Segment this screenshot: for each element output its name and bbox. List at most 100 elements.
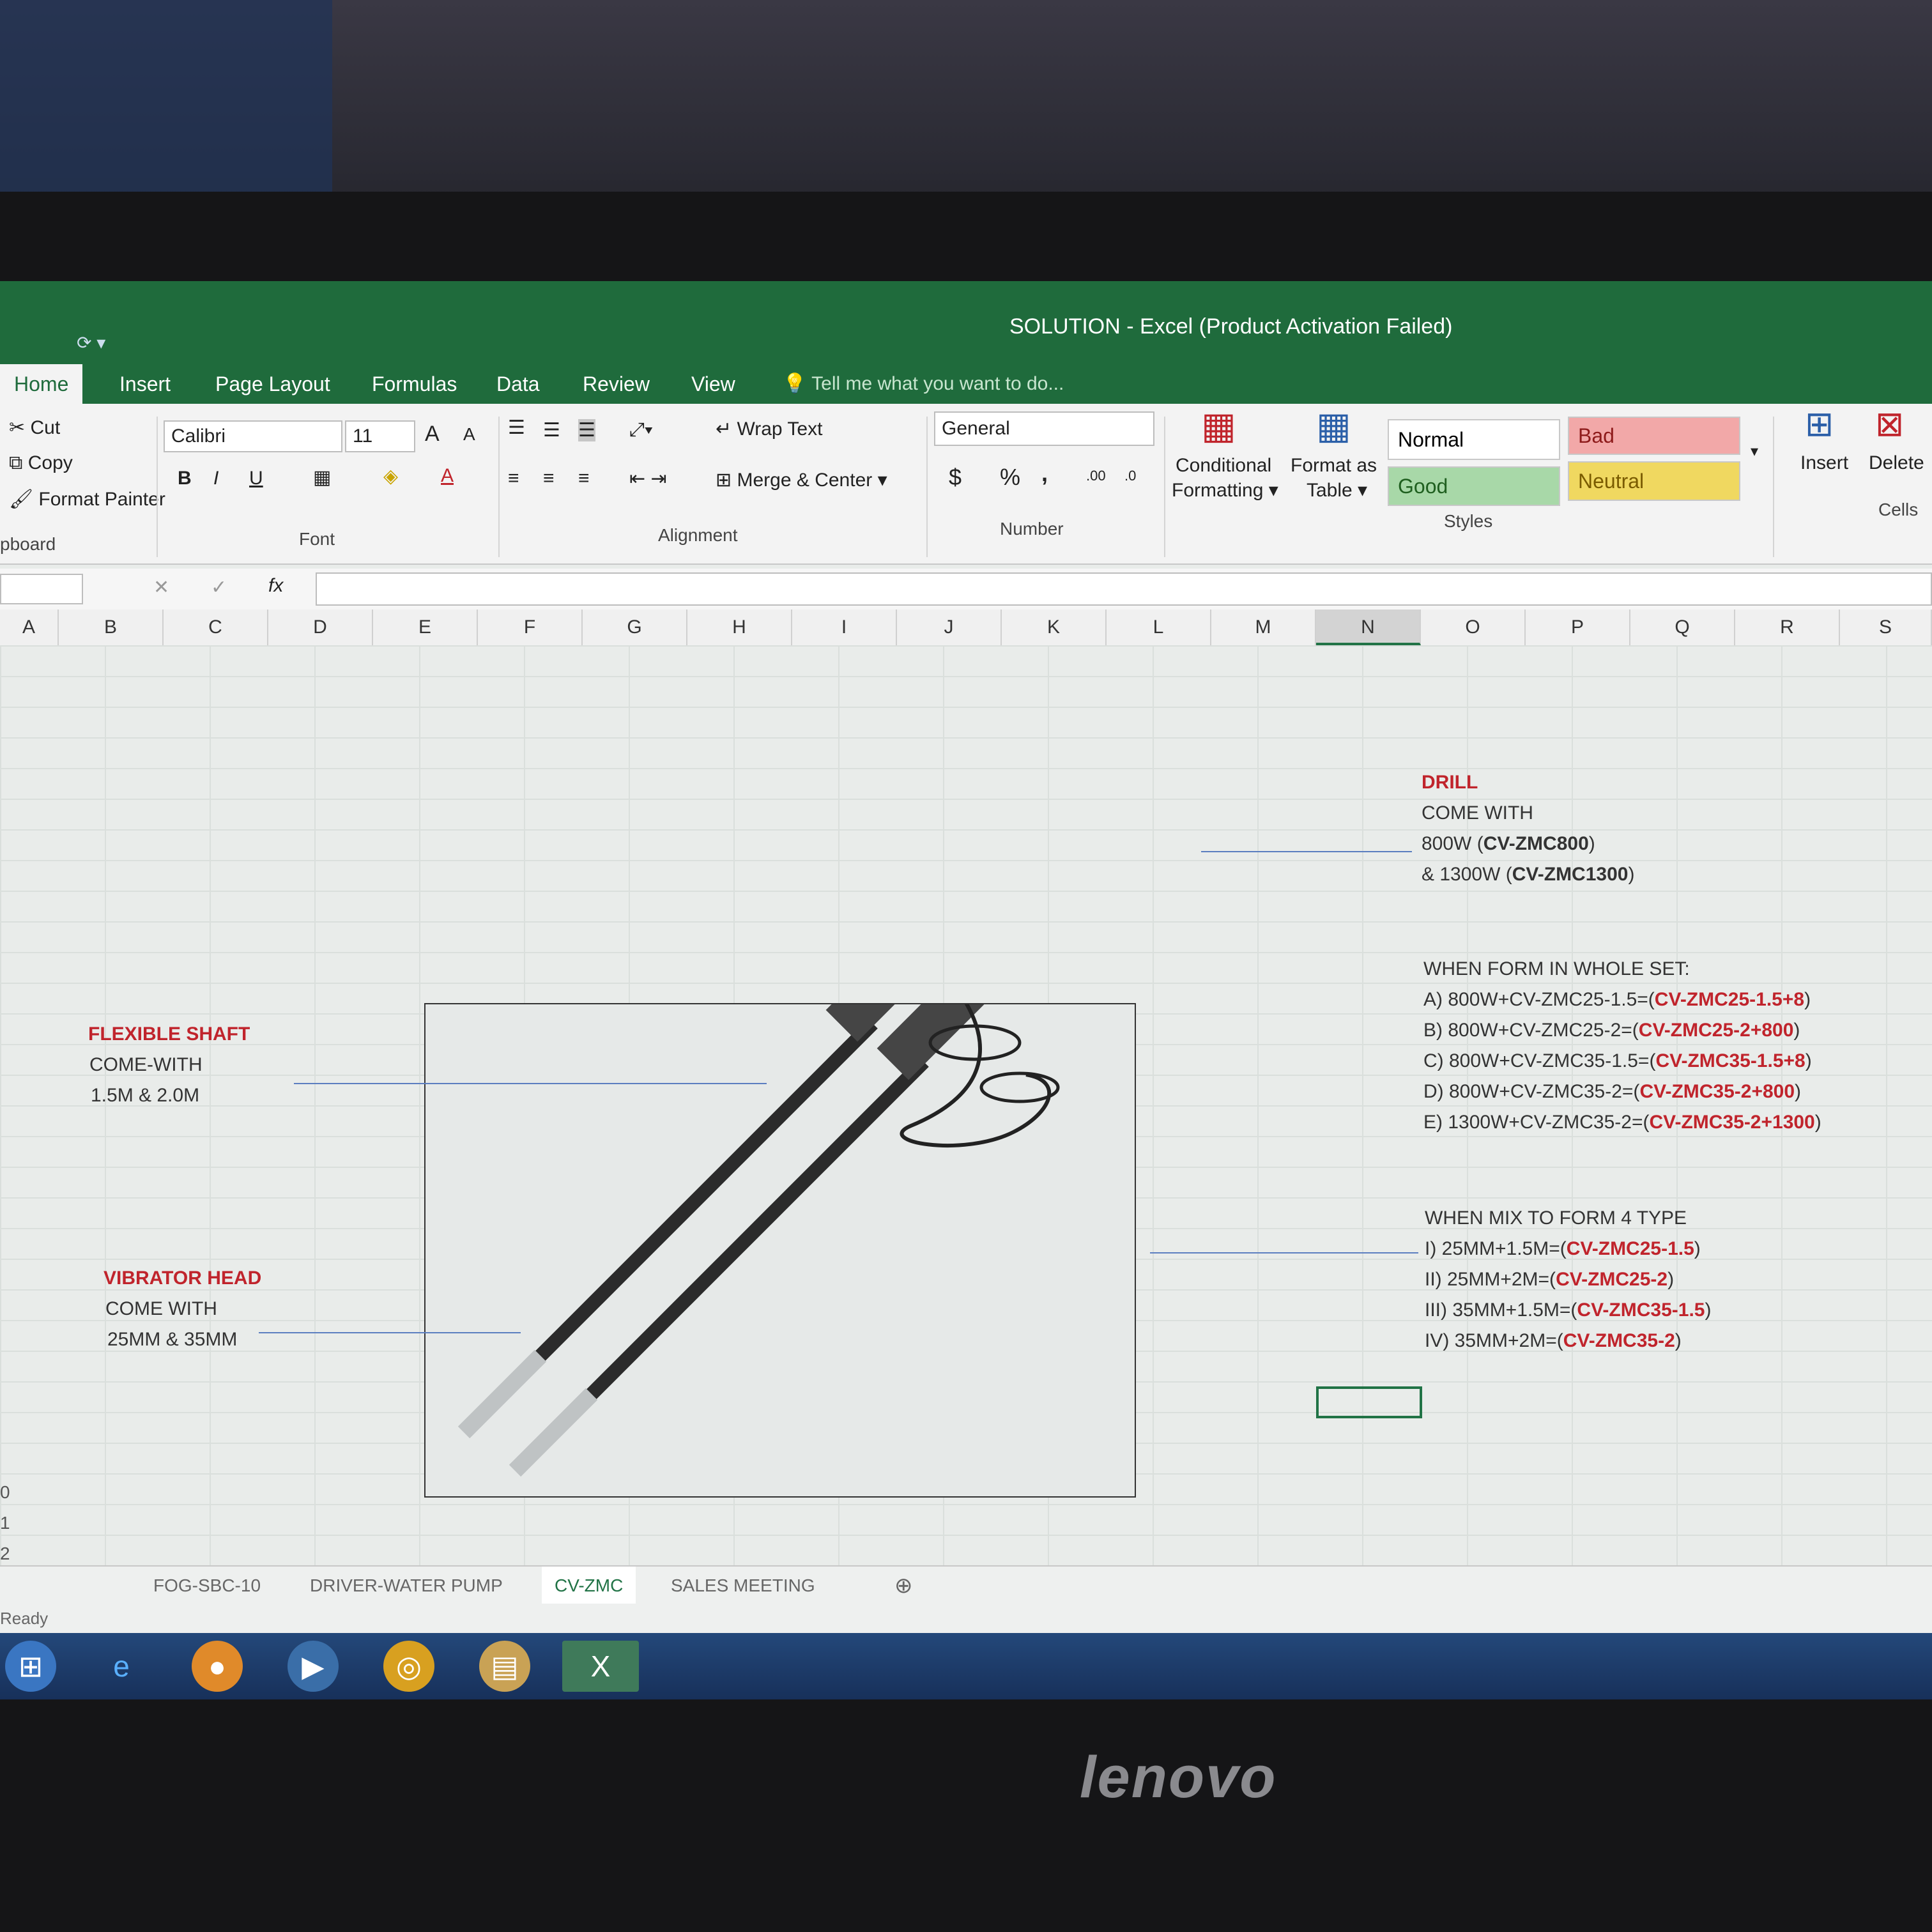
internet-explorer-icon[interactable]: e	[96, 1641, 147, 1692]
sheet-tab-cv-zmc[interactable]: CV-ZMC	[542, 1567, 636, 1607]
scissors-icon: ✂	[9, 417, 31, 438]
copy-button[interactable]: ⧉ Copy	[9, 452, 73, 474]
col-header-l[interactable]: L	[1107, 610, 1211, 645]
row-header[interactable]: 1	[0, 1513, 10, 1533]
tab-home[interactable]: Home	[0, 364, 83, 404]
col-header-s[interactable]: S	[1840, 610, 1932, 645]
col-header-g[interactable]: G	[583, 610, 687, 645]
comma-button[interactable]: ,	[1041, 460, 1048, 487]
align-right-icon[interactable]: ≡	[578, 468, 590, 489]
col-header-c[interactable]: C	[164, 610, 268, 645]
number-format-select[interactable]: General	[934, 411, 1154, 446]
orientation-icon[interactable]: ⤢▾	[629, 419, 653, 441]
insert-function-icon[interactable]: fx	[268, 575, 283, 597]
align-left-icon[interactable]: ≡	[508, 468, 519, 489]
col-header-b[interactable]: B	[59, 610, 164, 645]
currency-button[interactable]: $	[949, 464, 962, 491]
align-top-icon[interactable]: ☰	[508, 417, 525, 439]
align-middle-icon[interactable]: ☰	[543, 419, 560, 441]
tab-view[interactable]: View	[677, 364, 749, 404]
name-box[interactable]	[0, 574, 83, 604]
col-header-h[interactable]: H	[687, 610, 792, 645]
cancel-icon[interactable]: ✕	[153, 576, 169, 599]
sheet-tab-sales-meeting[interactable]: SALES MEETING	[658, 1567, 828, 1605]
excel-window: ⟳ ▾ SOLUTION - Excel (Product Activation…	[0, 281, 1932, 1699]
fill-color-icon[interactable]: ◈	[383, 465, 398, 487]
formula-input[interactable]	[316, 572, 1932, 606]
enter-icon[interactable]: ✓	[211, 576, 227, 599]
delete-cells-icon[interactable]: ⊠	[1875, 404, 1904, 444]
row-header[interactable]: 0	[0, 1482, 10, 1503]
conditional-formatting-icon[interactable]: ▦	[1201, 404, 1236, 447]
italic-button[interactable]: I	[213, 468, 218, 489]
media-player-icon[interactable]: ▶	[288, 1641, 339, 1692]
col-header-d[interactable]: D	[268, 610, 373, 645]
chrome-icon[interactable]: ◎	[383, 1641, 434, 1692]
style-good[interactable]: Good	[1388, 466, 1560, 506]
col-header-n[interactable]: N	[1316, 610, 1421, 645]
increase-decimal-button[interactable]: .00	[1086, 468, 1106, 484]
col-header-j[interactable]: J	[897, 610, 1002, 645]
sheet-tab-driver-water-pump[interactable]: DRIVER-WATER PUMP	[297, 1567, 516, 1605]
add-sheet-icon[interactable]: ⊕	[882, 1567, 926, 1605]
merge-center-button[interactable]: ⊞ Merge & Center ▾	[716, 469, 887, 491]
tab-page-layout[interactable]: Page Layout	[201, 364, 344, 404]
borders-icon[interactable]: ▦	[313, 466, 331, 489]
conditional-formatting-label-2[interactable]: Formatting ▾	[1172, 479, 1278, 502]
align-bottom-icon[interactable]: ☰	[578, 419, 595, 441]
col-header-i[interactable]: I	[792, 610, 897, 645]
shrink-font-button[interactable]: A	[463, 424, 475, 445]
file-explorer-icon[interactable]: ▤	[479, 1641, 530, 1692]
tab-data[interactable]: Data	[482, 364, 554, 404]
format-as-table-label[interactable]: Format as	[1291, 455, 1377, 477]
insert-cells-icon[interactable]: ⊞	[1805, 404, 1834, 444]
indent-icon[interactable]: ⇤ ⇥	[629, 468, 667, 490]
conditional-formatting-label[interactable]: Conditional	[1176, 455, 1271, 477]
underline-button[interactable]: U	[249, 468, 263, 489]
col-header-p[interactable]: P	[1526, 610, 1630, 645]
col-header-f[interactable]: F	[478, 610, 583, 645]
tab-formulas[interactable]: Formulas	[358, 364, 471, 404]
col-header-q[interactable]: Q	[1630, 610, 1735, 645]
lenovo-logo: lenovo	[1080, 1745, 1277, 1810]
percent-button[interactable]: %	[1000, 464, 1020, 491]
product-image[interactable]	[424, 928, 1136, 1498]
drill-title: DRILL	[1422, 772, 1478, 793]
tab-review[interactable]: Review	[569, 364, 664, 404]
font-name-select[interactable]: Calibri	[164, 420, 342, 452]
font-size-select[interactable]: 11	[345, 420, 415, 452]
sheet-tab-fog-sbc-10[interactable]: FOG-SBC-10	[141, 1567, 273, 1605]
styles-scroll-icon[interactable]: ▾	[1751, 442, 1758, 461]
format-painter-button[interactable]: 🖌 Format Painter	[9, 488, 165, 510]
grow-font-button[interactable]: A	[425, 422, 440, 447]
wrap-text-button[interactable]: ↵ Wrap Text	[716, 418, 822, 440]
format-table-icon[interactable]: ▦	[1316, 404, 1351, 447]
style-neutral[interactable]: Neutral	[1568, 461, 1740, 501]
col-header-r[interactable]: R	[1735, 610, 1840, 645]
browser-icon[interactable]: ●	[192, 1641, 243, 1692]
start-button-icon[interactable]: ⊞	[5, 1641, 56, 1692]
align-center-icon[interactable]: ≡	[543, 468, 555, 489]
flexible-shaft-line-1: COME-WITH	[89, 1054, 203, 1075]
wrap-text-icon: ↵	[716, 418, 737, 440]
col-header-o[interactable]: O	[1421, 610, 1526, 645]
cut-button[interactable]: ✂ Cut	[9, 417, 60, 439]
insert-cells-button[interactable]: Insert	[1800, 452, 1848, 474]
tab-insert[interactable]: Insert	[105, 364, 185, 404]
col-header-k[interactable]: K	[1002, 610, 1107, 645]
style-bad[interactable]: Bad	[1568, 417, 1740, 455]
format-as-table-label-2[interactable]: Table ▾	[1307, 479, 1367, 502]
active-cell[interactable]	[1316, 1386, 1422, 1418]
col-header-m[interactable]: M	[1211, 610, 1316, 645]
row-header[interactable]: 2	[0, 1544, 10, 1564]
style-normal[interactable]: Normal	[1388, 419, 1560, 460]
decrease-decimal-button[interactable]: .0	[1124, 468, 1136, 484]
col-header-a[interactable]: A	[0, 610, 59, 645]
bold-button[interactable]: B	[178, 468, 192, 489]
excel-taskbar-icon[interactable]: X	[562, 1641, 639, 1692]
delete-cells-button[interactable]: Delete	[1869, 452, 1924, 474]
tell-me-box[interactable]: 💡 Tell me what you want to do...	[783, 364, 1064, 404]
col-header-e[interactable]: E	[373, 610, 478, 645]
quick-access-icon[interactable]: ⟳ ▾	[77, 332, 105, 353]
font-color-button[interactable]: A	[441, 465, 454, 487]
